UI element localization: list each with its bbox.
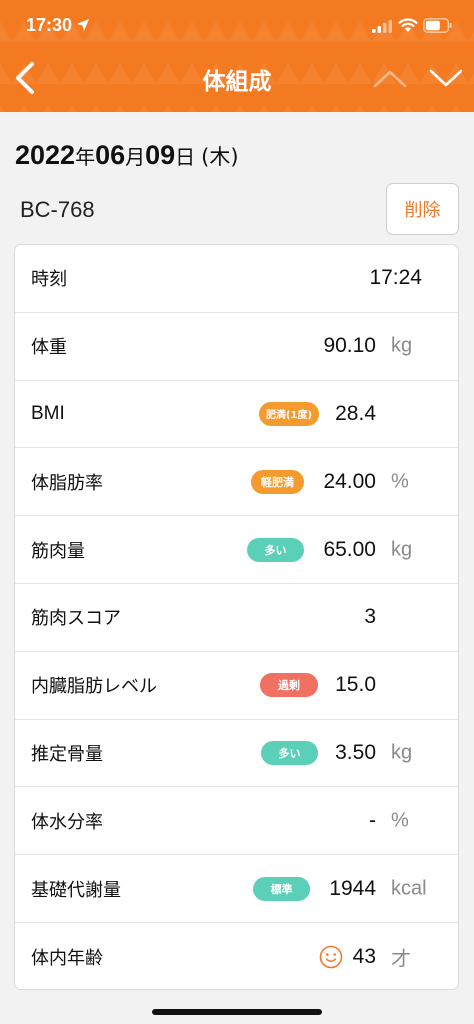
row-value: 24.00 [323, 469, 376, 493]
row-unit: % [391, 470, 409, 493]
status-badge: 肥満(1度) [259, 401, 319, 426]
row-value: 3.50 [335, 740, 376, 764]
date-year: 2022 [15, 140, 76, 170]
row-basal-metabolism: 基礎代謝量 標準 1944 kcal [15, 855, 458, 923]
body-composition-card: 時刻 17:24 体重 90.10 kg BMI 肥満(1度) 28.4 体脂肪… [14, 244, 459, 990]
status-bar: 17:30 [0, 0, 474, 50]
cellular-signal-icon [372, 20, 392, 33]
row-value: 90.10 [323, 334, 376, 358]
status-badge: 多い [247, 537, 304, 562]
row-label: 体脂肪率 [31, 472, 103, 494]
row-label: 体内年齢 [31, 947, 103, 969]
date-day-suffix: 日 [175, 145, 196, 169]
row-value: 15.0 [335, 673, 376, 697]
row-value: 43 [352, 944, 376, 968]
row-unit: 才 [391, 948, 411, 971]
status-badge: 過剰 [260, 673, 318, 698]
row-label: 時刻 [31, 269, 67, 291]
row-time: 時刻 17:24 [15, 245, 458, 313]
row-label: BMI [31, 402, 65, 424]
status-badge: 多い [261, 740, 318, 765]
row-value: 28.4 [335, 401, 376, 425]
row-bone-mass: 推定骨量 多い 3.50 kg [15, 720, 458, 788]
row-value: 1944 [329, 876, 376, 900]
battery-icon [423, 18, 452, 33]
row-unit: kg [391, 741, 413, 764]
row-label: 基礎代謝量 [31, 879, 121, 901]
status-time: 17:30 [26, 15, 73, 35]
row-metabolic-age: 体内年齢 43 才 [15, 923, 458, 989]
row-muscle-mass: 筋肉量 多い 65.00 kg [15, 516, 458, 584]
row-weight: 体重 90.10 kg [15, 313, 458, 381]
row-value: 17:24 [369, 266, 422, 290]
date-month: 06 [95, 140, 126, 170]
measurement-date: 2022年06月09日 (木) [15, 140, 239, 171]
date-month-suffix: 月 [125, 145, 146, 169]
navigation-bar: 体組成 [0, 50, 474, 108]
location-arrow-icon [77, 19, 89, 31]
row-bmi: BMI 肥満(1度) 28.4 [15, 381, 458, 449]
row-unit: kcal [391, 877, 427, 900]
delete-button[interactable]: 削除 [386, 183, 459, 235]
chevron-up-icon[interactable] [372, 64, 408, 92]
date-day: 09 [145, 140, 176, 170]
row-visceral-fat: 内臓脂肪レベル 過剰 15.0 [15, 652, 458, 720]
row-body-fat: 体脂肪率 軽肥満 24.00 % [15, 448, 458, 517]
row-label: 筋肉スコア [31, 608, 121, 630]
status-badge: 標準 [253, 876, 310, 901]
chevron-down-icon[interactable] [428, 64, 464, 92]
row-label: 推定骨量 [31, 743, 103, 765]
device-name: BC-768 [20, 197, 95, 222]
row-unit: kg [391, 334, 413, 357]
row-label: 体重 [31, 337, 67, 359]
row-unit: % [391, 809, 409, 832]
date-year-suffix: 年 [75, 145, 96, 169]
row-muscle-score: 筋肉スコア 3 [15, 584, 458, 652]
wifi-icon [398, 18, 418, 32]
row-label: 内臓脂肪レベル [31, 676, 157, 698]
row-value: 65.00 [323, 537, 376, 561]
row-value: - [369, 808, 376, 832]
date-weekday: (木) [201, 145, 239, 169]
row-label: 体水分率 [31, 811, 103, 833]
home-indicator[interactable] [152, 1009, 322, 1015]
row-unit: kg [391, 538, 413, 561]
row-body-water: 体水分率 - % [15, 787, 458, 856]
status-badge: 軽肥満 [251, 469, 304, 494]
header: 17:30 体組成 [0, 0, 474, 112]
row-value: 3 [364, 605, 376, 629]
smiley-face-icon [319, 945, 343, 969]
row-label: 筋肉量 [31, 540, 85, 562]
